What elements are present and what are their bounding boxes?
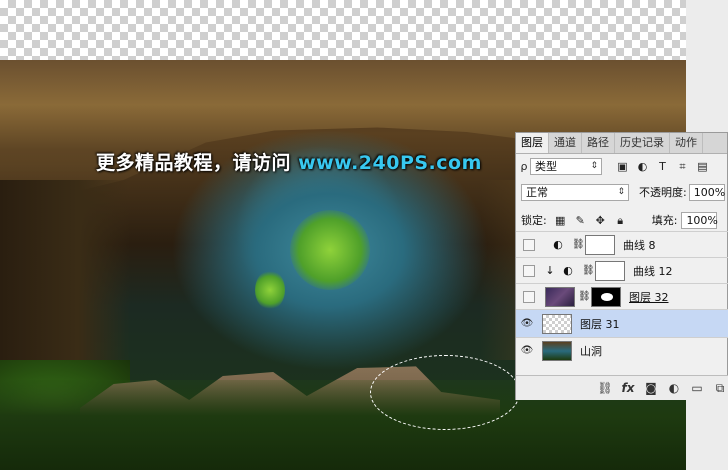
tab-layers[interactable]: 图层 [516,133,549,153]
filter-row: ρ 类型 ⇕ ▣ ◐ T ⌗ ▤ [516,155,728,177]
link-icon: ⛓ [572,239,585,250]
watermark: 更多精品教程，请访问 www.240PS.com [96,148,482,175]
layer-thumbnail[interactable] [542,313,572,334]
tab-paths[interactable]: 路径 [582,133,615,153]
fill-value: 100% [686,213,718,227]
layer-name: 曲线 8 [623,238,656,252]
opacity-input[interactable]: 100% [688,183,726,201]
layer-row-curves-12[interactable]: ↓ ◐ ⛓ 曲线 12 [516,257,728,283]
adjustment-filter-icon[interactable]: ◐ [636,160,649,173]
adjustment-layer-icon[interactable]: ◐ [665,381,683,395]
visibility-toggle[interactable] [523,238,535,251]
chevron-updown-icon: ⇕ [590,160,598,171]
layer-row-curves-8[interactable]: ◐ ⛓ 曲线 8 [516,231,728,257]
panel-footer: ⛓ fx ◙ ◐ ▭ ⧉ [516,375,728,400]
filter-kind-select[interactable]: 类型 ⇕ [530,157,602,175]
transparent-area [0,0,686,60]
tab-history[interactable]: 历史记录 [615,133,670,153]
add-mask-icon[interactable]: ◙ [642,381,660,395]
link-layers-icon[interactable]: ⛓ [596,381,614,395]
layer-name: 图层 32 [629,290,669,304]
layer-thumbnail[interactable] [542,340,572,361]
opacity-value: 100% [693,185,726,199]
tab-actions[interactable]: 动作 [670,133,703,153]
blend-mode-select[interactable]: 正常 ⇕ [521,183,629,201]
opacity-label: 不透明度: [639,186,687,199]
layer-row-layer-31[interactable]: 👁︎ 图层 31 [516,309,728,337]
eye-icon[interactable]: 👁︎ [516,318,538,329]
new-group-icon[interactable]: ▭ [688,381,706,395]
visibility-toggle[interactable] [523,264,535,277]
new-layer-icon[interactable]: ⧉ [711,381,728,396]
filter-kind-label: 类型 [535,159,557,173]
layer-row-cave[interactable]: 👁︎ 山洞 [516,337,728,363]
panel-tabs: 图层 通道 路径 历史记录 动作 [516,133,727,154]
search-icon: ρ [520,159,528,173]
layer-row-layer-32[interactable]: ⛓ 图层 32 [516,283,728,309]
fill-input[interactable]: 100% [681,211,718,229]
fill-label: 填充: [651,214,678,227]
layer-name: 山洞 [580,344,602,358]
clipping-arrow-icon: ↓ [545,264,555,277]
tab-channels[interactable]: 通道 [549,133,582,153]
smart-object-filter-icon[interactable]: ▤ [696,160,709,173]
layer-mask-thumbnail[interactable] [595,260,625,281]
blend-mode-value: 正常 [526,185,548,199]
fx-icon[interactable]: fx [619,381,637,395]
lock-position-icon[interactable]: ✥ [594,214,607,227]
layer-name: 图层 31 [580,317,620,331]
blend-row: 正常 ⇕ 不透明度: 100% [516,181,728,203]
curves-adjustment-icon: ◐ [563,264,573,277]
tree-canopy [290,210,370,290]
cave-wall-left [0,180,130,380]
text-filter-icon[interactable]: T [656,160,669,173]
link-icon: ⛓ [582,265,595,276]
watermark-text: 更多精品教程，请访问 [96,152,299,174]
eye-icon[interactable]: 👁︎ [516,345,538,356]
link-icon: ⛓ [578,291,591,302]
layer-mask-thumbnail[interactable] [591,286,621,307]
layers-panel: 图层 通道 路径 历史记录 动作 ρ 类型 ⇕ ▣ ◐ T ⌗ ▤ 正常 ⇕ 不… [515,132,728,400]
layer-name: 曲线 12 [633,264,673,278]
marquee-selection[interactable] [370,355,520,430]
layer-mask-thumbnail[interactable] [585,234,615,255]
watermark-url: www.240PS.com [298,152,482,174]
chevron-updown-icon: ⇕ [617,186,625,197]
lock-image-pixels-icon[interactable]: ✎ [574,214,587,227]
image-filter-icon[interactable]: ▣ [616,160,629,173]
curves-adjustment-icon: ◐ [553,238,563,251]
shape-filter-icon[interactable]: ⌗ [676,160,689,173]
lock-label: 锁定: [521,214,547,227]
visibility-toggle[interactable] [523,290,535,303]
layer-thumbnail[interactable] [545,286,575,307]
lock-transparent-pixels-icon[interactable]: ▦ [554,214,567,227]
tree-canopy-small [255,270,285,310]
lock-row: 锁定: ▦ ✎ ✥ 🔒︎ 填充: 100% [516,209,728,231]
lock-all-icon[interactable]: 🔒︎ [614,214,627,227]
